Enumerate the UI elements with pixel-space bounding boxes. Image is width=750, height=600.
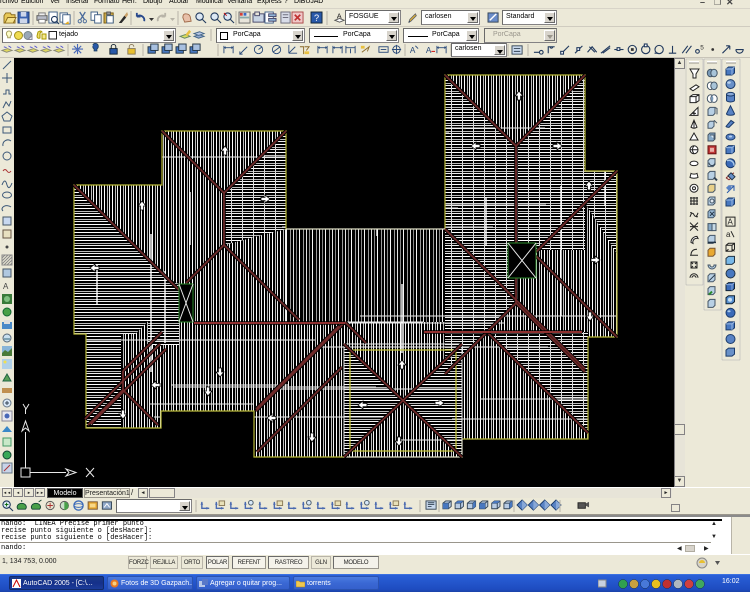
svg-text:5: 5 bbox=[700, 45, 704, 52]
svg-text:A: A bbox=[728, 218, 734, 227]
svg-text:A: A bbox=[426, 46, 432, 55]
svg-text:a: a bbox=[726, 230, 731, 239]
svg-text:A: A bbox=[410, 46, 416, 55]
svg-text:?: ? bbox=[314, 13, 319, 23]
svg-text:A: A bbox=[337, 11, 342, 20]
svg-text:A: A bbox=[3, 282, 9, 291]
